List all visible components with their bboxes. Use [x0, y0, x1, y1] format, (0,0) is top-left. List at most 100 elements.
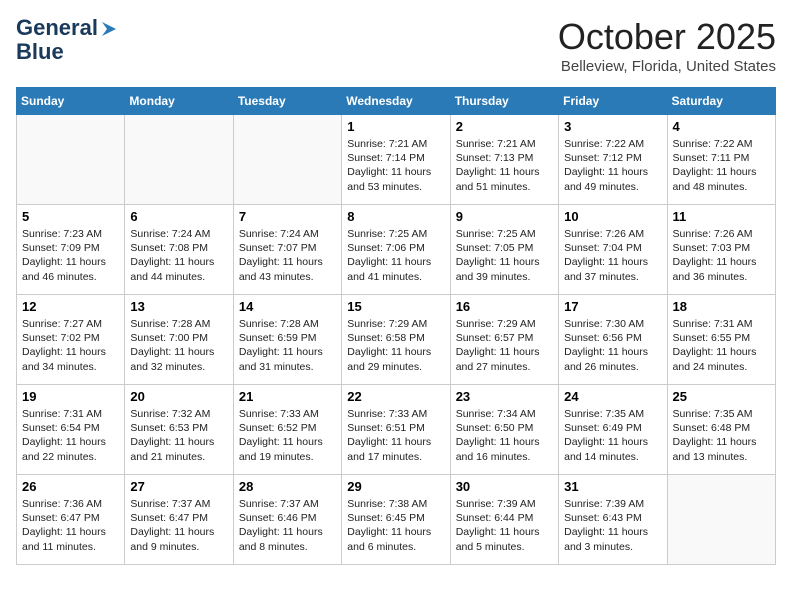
day-of-week-header: Thursday [450, 88, 558, 115]
day-info: Sunrise: 7:21 AMSunset: 7:13 PMDaylight:… [456, 137, 553, 194]
day-number: 17 [564, 299, 661, 314]
day-info: Sunrise: 7:33 AMSunset: 6:52 PMDaylight:… [239, 407, 336, 464]
page-header: General Blue October 2025 Belleview, Flo… [16, 16, 776, 75]
location-subtitle: Belleview, Florida, United States [558, 58, 776, 75]
day-info: Sunrise: 7:37 AMSunset: 6:46 PMDaylight:… [239, 497, 336, 554]
day-number: 24 [564, 389, 661, 404]
day-info: Sunrise: 7:29 AMSunset: 6:57 PMDaylight:… [456, 317, 553, 374]
day-number: 6 [130, 209, 227, 224]
day-info: Sunrise: 7:38 AMSunset: 6:45 PMDaylight:… [347, 497, 444, 554]
calendar-day-cell: 10 Sunrise: 7:26 AMSunset: 7:04 PMDayligh… [559, 205, 667, 295]
day-info: Sunrise: 7:22 AMSunset: 7:11 PMDaylight:… [673, 137, 770, 194]
day-info: Sunrise: 7:23 AMSunset: 7:09 PMDaylight:… [22, 227, 119, 284]
calendar-day-cell: 22Sunrise: 7:33 AMSunset: 6:51 PMDayligh… [342, 385, 450, 475]
day-number: 10 [564, 209, 661, 224]
day-info: Sunrise: 7:27 AMSunset: 7:02 PMDaylight:… [22, 317, 119, 374]
calendar-day-cell: 24 Sunrise: 7:35 AMSunset: 6:49 PMDayligh… [559, 385, 667, 475]
day-number: 1 [347, 119, 444, 134]
calendar-week-row: 12Sunrise: 7:27 AMSunset: 7:02 PMDayligh… [17, 295, 776, 385]
day-info: Sunrise: 7:26 AMSunset: 7:03 PMDaylight:… [673, 227, 770, 284]
day-number: 11 [673, 209, 770, 224]
day-info: Sunrise: 7:22 AMSunset: 7:12 PMDaylight:… [564, 137, 661, 194]
day-number: 7 [239, 209, 336, 224]
day-number: 18 [673, 299, 770, 314]
calendar-day-cell: 16Sunrise: 7:29 AMSunset: 6:57 PMDayligh… [450, 295, 558, 385]
day-number: 19 [22, 389, 119, 404]
month-title: October 2025 [558, 16, 776, 58]
calendar-day-cell: 18 Sunrise: 7:31 AMSunset: 6:55 PMDayligh… [667, 295, 775, 385]
calendar-day-cell: 6Sunrise: 7:24 AMSunset: 7:08 PMDaylight… [125, 205, 233, 295]
day-info: Sunrise: 7:31 AMSunset: 6:55 PMDaylight:… [673, 317, 770, 374]
logo-text-general: General [16, 16, 98, 40]
calendar-week-row: 19 Sunrise: 7:31 AMSunset: 6:54 PMDayligh… [17, 385, 776, 475]
calendar-day-cell: 29Sunrise: 7:38 AMSunset: 6:45 PMDayligh… [342, 475, 450, 565]
day-info: Sunrise: 7:37 AMSunset: 6:47 PMDaylight:… [130, 497, 227, 554]
calendar-day-cell: 20Sunrise: 7:32 AMSunset: 6:53 PMDayligh… [125, 385, 233, 475]
day-info: Sunrise: 7:34 AMSunset: 6:50 PMDaylight:… [456, 407, 553, 464]
calendar-day-cell: 19 Sunrise: 7:31 AMSunset: 6:54 PMDayligh… [17, 385, 125, 475]
calendar-day-cell: 8Sunrise: 7:25 AMSunset: 7:06 PMDaylight… [342, 205, 450, 295]
calendar-day-cell: 30 Sunrise: 7:39 AMSunset: 6:44 PMDayligh… [450, 475, 558, 565]
logo-arrow-icon [100, 20, 118, 38]
calendar-day-cell: 23 Sunrise: 7:34 AMSunset: 6:50 PMDayligh… [450, 385, 558, 475]
calendar-day-cell: 3 Sunrise: 7:22 AMSunset: 7:12 PMDaylight… [559, 115, 667, 205]
day-info: Sunrise: 7:32 AMSunset: 6:53 PMDaylight:… [130, 407, 227, 464]
day-number: 25 [673, 389, 770, 404]
calendar-day-cell [125, 115, 233, 205]
calendar-day-cell: 21 Sunrise: 7:33 AMSunset: 6:52 PMDayligh… [233, 385, 341, 475]
calendar-day-cell: 13 Sunrise: 7:28 AMSunset: 7:00 PMDayligh… [125, 295, 233, 385]
day-number: 13 [130, 299, 227, 314]
calendar-day-cell: 4 Sunrise: 7:22 AMSunset: 7:11 PMDaylight… [667, 115, 775, 205]
calendar-day-cell: 12Sunrise: 7:27 AMSunset: 7:02 PMDayligh… [17, 295, 125, 385]
day-number: 23 [456, 389, 553, 404]
day-of-week-header: Wednesday [342, 88, 450, 115]
day-info: Sunrise: 7:24 AMSunset: 7:07 PMDaylight:… [239, 227, 336, 284]
day-number: 5 [22, 209, 119, 224]
logo: General Blue [16, 16, 118, 64]
calendar-day-cell: 7 Sunrise: 7:24 AMSunset: 7:07 PMDaylight… [233, 205, 341, 295]
day-info: Sunrise: 7:35 AMSunset: 6:49 PMDaylight:… [564, 407, 661, 464]
day-info: Sunrise: 7:26 AMSunset: 7:04 PMDaylight:… [564, 227, 661, 284]
day-of-week-header: Tuesday [233, 88, 341, 115]
day-info: Sunrise: 7:25 AMSunset: 7:05 PMDaylight:… [456, 227, 553, 284]
calendar-day-cell: 14Sunrise: 7:28 AMSunset: 6:59 PMDayligh… [233, 295, 341, 385]
calendar-day-cell: 9Sunrise: 7:25 AMSunset: 7:05 PMDaylight… [450, 205, 558, 295]
calendar-day-cell: 11 Sunrise: 7:26 AMSunset: 7:03 PMDayligh… [667, 205, 775, 295]
calendar-day-cell: 2 Sunrise: 7:21 AMSunset: 7:13 PMDaylight… [450, 115, 558, 205]
calendar-day-cell [667, 475, 775, 565]
calendar-table: SundayMondayTuesdayWednesdayThursdayFrid… [16, 87, 776, 565]
day-info: Sunrise: 7:28 AMSunset: 6:59 PMDaylight:… [239, 317, 336, 374]
day-info: Sunrise: 7:35 AMSunset: 6:48 PMDaylight:… [673, 407, 770, 464]
calendar-day-cell: 26 Sunrise: 7:36 AMSunset: 6:47 PMDayligh… [17, 475, 125, 565]
calendar-day-cell: 15 Sunrise: 7:29 AMSunset: 6:58 PMDayligh… [342, 295, 450, 385]
day-number: 21 [239, 389, 336, 404]
day-info: Sunrise: 7:29 AMSunset: 6:58 PMDaylight:… [347, 317, 444, 374]
calendar-day-cell: 25 Sunrise: 7:35 AMSunset: 6:48 PMDayligh… [667, 385, 775, 475]
day-info: Sunrise: 7:31 AMSunset: 6:54 PMDaylight:… [22, 407, 119, 464]
calendar-week-row: 1 Sunrise: 7:21 AMSunset: 7:14 PMDaylight… [17, 115, 776, 205]
day-number: 3 [564, 119, 661, 134]
logo-text-blue: Blue [16, 40, 64, 64]
day-info: Sunrise: 7:28 AMSunset: 7:00 PMDaylight:… [130, 317, 227, 374]
day-info: Sunrise: 7:21 AMSunset: 7:14 PMDaylight:… [347, 137, 444, 194]
day-of-week-header: Monday [125, 88, 233, 115]
day-number: 30 [456, 479, 553, 494]
day-info: Sunrise: 7:30 AMSunset: 6:56 PMDaylight:… [564, 317, 661, 374]
calendar-day-cell [233, 115, 341, 205]
day-of-week-header: Friday [559, 88, 667, 115]
calendar-week-row: 26 Sunrise: 7:36 AMSunset: 6:47 PMDayligh… [17, 475, 776, 565]
day-number: 4 [673, 119, 770, 134]
day-number: 27 [130, 479, 227, 494]
day-info: Sunrise: 7:36 AMSunset: 6:47 PMDaylight:… [22, 497, 119, 554]
calendar-day-cell: 28 Sunrise: 7:37 AMSunset: 6:46 PMDayligh… [233, 475, 341, 565]
day-number: 26 [22, 479, 119, 494]
day-number: 15 [347, 299, 444, 314]
day-number: 22 [347, 389, 444, 404]
title-block: October 2025 Belleview, Florida, United … [558, 16, 776, 75]
day-number: 28 [239, 479, 336, 494]
day-info: Sunrise: 7:39 AMSunset: 6:44 PMDaylight:… [456, 497, 553, 554]
calendar-header-row: SundayMondayTuesdayWednesdayThursdayFrid… [17, 88, 776, 115]
day-number: 31 [564, 479, 661, 494]
day-number: 2 [456, 119, 553, 134]
calendar-day-cell: 31Sunrise: 7:39 AMSunset: 6:43 PMDayligh… [559, 475, 667, 565]
